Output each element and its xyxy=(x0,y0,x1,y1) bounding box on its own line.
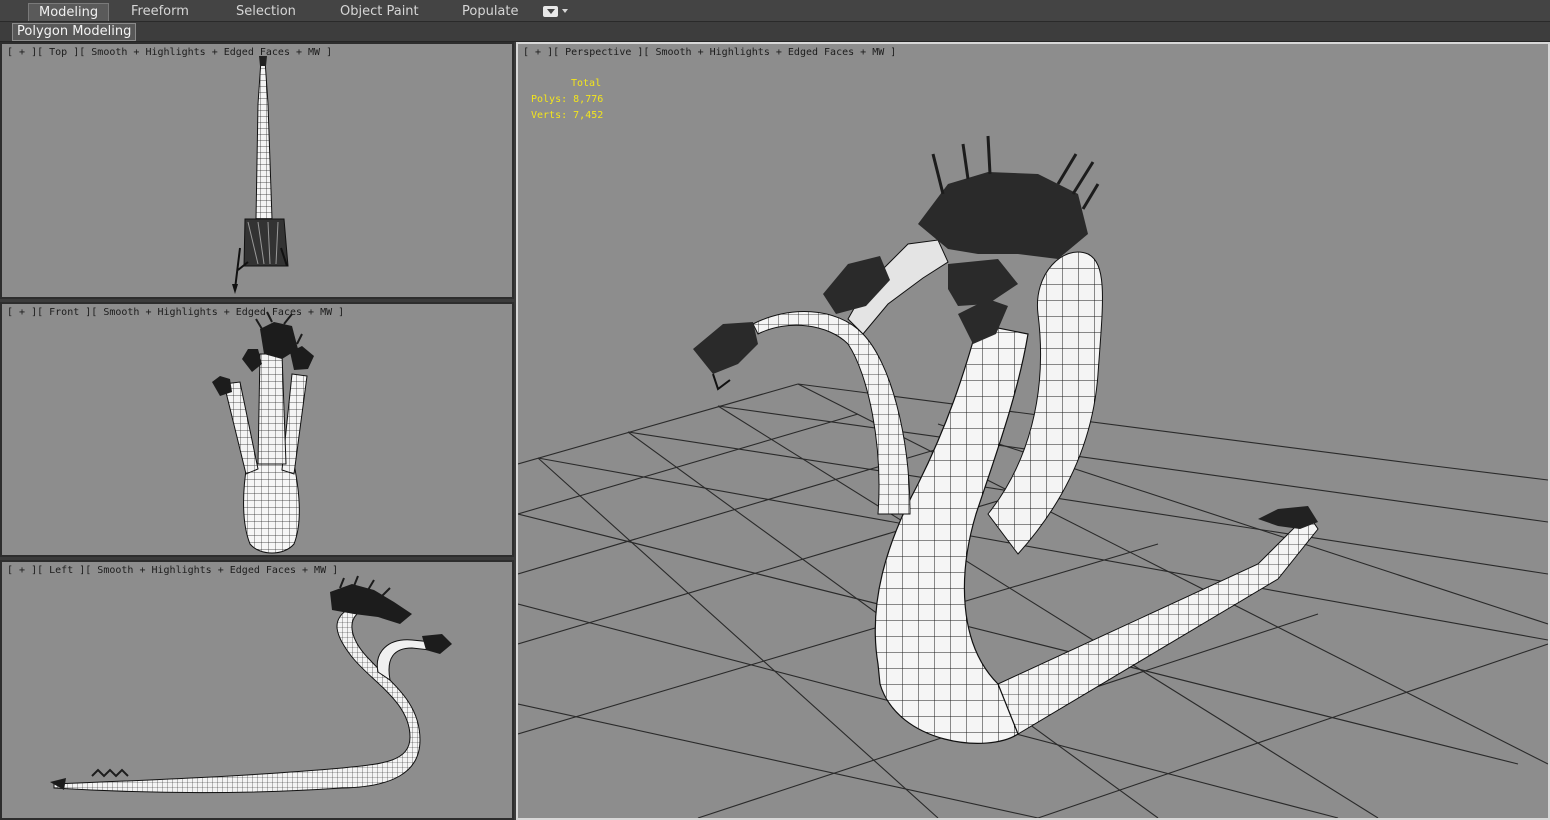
left-view-model xyxy=(50,575,452,793)
stats-verts-value: 7,452 xyxy=(573,110,604,121)
viewport-left-label[interactable]: [ + ][ Left ][ Smooth + Highlights + Edg… xyxy=(7,565,338,576)
stats-verts-row: Verts: 7,452 xyxy=(531,108,603,124)
tab-selection[interactable]: Selection xyxy=(236,3,296,21)
stats-polys-value: 8,776 xyxy=(573,94,604,105)
viewport-front-label[interactable]: [ + ][ Front ][ Smooth + Highlights + Ed… xyxy=(7,307,344,318)
stats-polys-row: Polys: 8,776 xyxy=(531,92,603,108)
ribbon-panel-bar: Polygon Modeling xyxy=(0,22,1550,42)
top-view-model xyxy=(232,56,289,294)
tab-freeform[interactable]: Freeform xyxy=(131,3,189,21)
dropdown-box-icon xyxy=(543,6,558,17)
caret-down-icon xyxy=(562,9,568,13)
viewport-top[interactable]: [ + ][ Top ][ Smooth + Highlights + Edge… xyxy=(0,42,514,299)
stats-polys-label: Polys: xyxy=(531,94,568,105)
tab-modeling[interactable]: Modeling xyxy=(28,3,110,21)
viewport-perspective[interactable]: [ + ][ Perspective ][ Smooth + Highlight… xyxy=(516,42,1550,820)
viewport-left[interactable]: [ + ][ Left ][ Smooth + Highlights + Edg… xyxy=(0,560,514,820)
viewport-front[interactable]: [ + ][ Front ][ Smooth + Highlights + Ed… xyxy=(0,302,514,557)
stats-total-header: Total xyxy=(571,78,602,89)
ribbon-tabs-bar: Modeling Freeform Selection Object Paint… xyxy=(0,0,1550,22)
perspective-view-model xyxy=(518,135,1548,818)
tab-populate[interactable]: Populate xyxy=(462,3,519,21)
viewport-top-label[interactable]: [ + ][ Top ][ Smooth + Highlights + Edge… xyxy=(7,47,332,58)
stats-verts-label: Verts: xyxy=(531,110,568,121)
viewport-perspective-label[interactable]: [ + ][ Perspective ][ Smooth + Highlight… xyxy=(523,47,896,58)
polygon-modeling-tab[interactable]: Polygon Modeling xyxy=(12,23,137,41)
front-view-model xyxy=(212,311,314,554)
tab-object-paint[interactable]: Object Paint xyxy=(340,3,419,21)
scene-statistics: Total Polys: 8,776 Verts: 7,452 xyxy=(531,76,603,124)
ribbon-options-dropdown[interactable] xyxy=(543,6,571,18)
